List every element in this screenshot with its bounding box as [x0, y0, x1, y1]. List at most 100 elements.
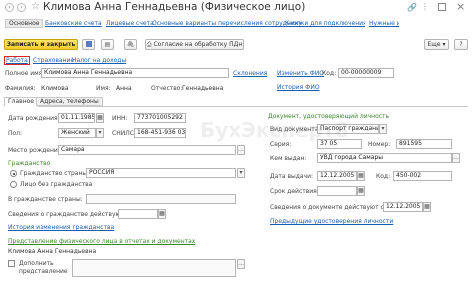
first-name-label: Имя:: [96, 85, 111, 92]
link-icon[interactable]: 🔗: [407, 3, 417, 12]
country-radio[interactable]: [10, 170, 17, 177]
citizenship-valid-label: Сведения о гражданстве действуют с:: [8, 211, 132, 218]
close-icon[interactable]: ×: [456, 0, 465, 13]
inn-field[interactable]: 773701005292: [134, 113, 186, 123]
issued-by-label: Кем выдан:: [270, 155, 307, 162]
since-country-label: В гражданстве страны:: [8, 196, 83, 203]
issue-date-calendar-icon[interactable]: ▦: [357, 171, 365, 181]
back-icon[interactable]: ‹: [5, 3, 14, 12]
nav-connect[interactable]: Кнопки для подключения сотрудника: [285, 20, 365, 27]
birth-date-field[interactable]: 01.11.1985: [58, 113, 95, 123]
tab-main[interactable]: Главное: [4, 97, 38, 107]
code-label: Код:: [322, 70, 337, 77]
representation-value: Климова Анна Геннадьевна: [8, 248, 97, 255]
representation-link[interactable]: Представление физического лица в отчетах…: [8, 238, 195, 245]
last-name-label: Фамилия:: [5, 85, 36, 92]
doc-since-calendar-icon[interactable]: ▦: [423, 202, 431, 212]
favorite-icon[interactable]: ☆: [31, 1, 40, 12]
consent-label: Согласие на обработку ПДн: [153, 41, 243, 48]
paperclip-icon: 🖇: [126, 41, 135, 48]
extend-representation-checkbox[interactable]: [8, 260, 15, 267]
country-dropdown-icon[interactable]: ▾: [237, 168, 245, 178]
since-country-field[interactable]: [86, 194, 236, 204]
previous-documents-link[interactable]: Предыдущие удостоверения личности: [270, 218, 393, 225]
number-field[interactable]: 891595: [396, 139, 452, 149]
citizenship-history-link[interactable]: История изменения гражданства: [8, 224, 114, 231]
division-code-field[interactable]: 450-002: [393, 171, 452, 181]
watermark: БухЭксперт8: [200, 118, 349, 142]
snils-field[interactable]: 168-451-936 03: [134, 128, 186, 138]
change-name-link[interactable]: Изменить ФИО: [277, 70, 324, 77]
issued-by-field[interactable]: УВД города Самары: [317, 153, 452, 163]
consent-button[interactable]: ⎙ Согласие на обработку ПДн: [145, 39, 244, 50]
declension-link[interactable]: Склонения: [233, 70, 267, 77]
sex-select[interactable]: Женский: [58, 128, 96, 138]
save-close-button[interactable]: Записать и закрыть: [4, 39, 78, 50]
menu-icon[interactable]: ⋮: [421, 2, 429, 11]
valid-until-field[interactable]: [317, 186, 357, 196]
citizenship-header: Гражданство: [8, 160, 51, 167]
last-name-value: Климова: [41, 85, 69, 92]
birth-date-label: Дата рождения:: [8, 115, 60, 122]
report-button[interactable]: ▤: [101, 39, 114, 50]
nav-bank-accounts[interactable]: Банковские счета: [45, 20, 102, 27]
snils-label: СНИЛС:: [112, 130, 136, 137]
more-button[interactable]: Еще ▾: [424, 39, 449, 50]
division-code-label: Код:: [376, 173, 391, 180]
inn-label: ИНН:: [112, 115, 128, 122]
title-bar: ‹ › ☆ Климова Анна Геннадьевна (Физическ…: [0, 0, 474, 17]
nav-main[interactable]: Основное: [5, 19, 44, 28]
sex-dropdown-icon[interactable]: ▾: [96, 128, 104, 138]
name-history-link[interactable]: История ФИО: [277, 84, 320, 91]
sex-label: Пол:: [8, 130, 23, 137]
patronymic-value: Геннадьевна: [182, 85, 224, 92]
extend-representation-more-icon[interactable]: …: [237, 259, 245, 269]
doc-type-dropdown-icon[interactable]: ▾: [379, 124, 387, 134]
series-label: Серия:: [270, 141, 292, 148]
report-icon: ▤: [104, 41, 111, 48]
issue-date-field[interactable]: 12.12.2005: [317, 171, 357, 181]
birth-place-more-icon[interactable]: …: [237, 145, 245, 155]
maximize-icon[interactable]: [438, 3, 446, 11]
valid-until-label: Срок действия:: [270, 188, 319, 195]
stateless-radio[interactable]: [10, 181, 17, 188]
extend-representation-label-2: представление: [19, 268, 68, 275]
print-icon: ⎙: [146, 41, 152, 48]
forward-icon[interactable]: ›: [17, 3, 26, 12]
nav-persons[interactable]: Нужные и лица: [369, 20, 399, 27]
more-label: Еще: [427, 41, 441, 48]
patronymic-label: Отчество:: [151, 85, 183, 92]
tax-link[interactable]: Налог на доходы: [72, 57, 126, 64]
nav-personal-accounts[interactable]: Лицевые счета: [106, 20, 154, 27]
code-field[interactable]: 00-00000009: [338, 68, 394, 78]
birth-place-label: Место рождения:: [8, 147, 64, 154]
full-name-field[interactable]: Климова Анна Геннадьевна: [41, 68, 229, 78]
doc-since-label: Сведения о документе действуют с:: [270, 204, 386, 211]
nav-transfer-options[interactable]: Основные варианты перечисления сотрудник…: [152, 20, 302, 27]
help-button[interactable]: ?: [454, 39, 468, 50]
tab-strip-line: [4, 106, 468, 107]
country-radio-label: Гражданство страны:: [20, 170, 90, 177]
full-name-label: Полное имя:: [5, 70, 45, 77]
issued-by-more-icon[interactable]: …: [452, 153, 460, 163]
disk-icon: [85, 41, 92, 47]
attach-button[interactable]: 🖇: [124, 39, 137, 50]
birth-date-calendar-icon[interactable]: ▦: [96, 113, 104, 123]
stateless-label: Лицо без гражданства: [20, 181, 93, 188]
first-name-value: Анна: [116, 85, 132, 92]
window-title: Климова Анна Геннадьевна (Физическое лиц…: [43, 1, 306, 13]
doc-since-field[interactable]: 12.12.2005: [383, 202, 423, 212]
save-button[interactable]: [82, 39, 95, 50]
citizenship-valid-calendar-icon[interactable]: ▦: [158, 209, 166, 219]
issue-date-label: Дата выдачи:: [270, 173, 314, 180]
valid-until-calendar-icon[interactable]: ▦: [357, 186, 365, 196]
citizenship-valid-field[interactable]: [118, 209, 158, 219]
insurance-link[interactable]: Страхование: [33, 57, 74, 64]
birth-place-field[interactable]: Самара: [58, 145, 236, 155]
work-link[interactable]: Работа: [4, 56, 30, 65]
number-label: Номер:: [368, 141, 391, 148]
country-field[interactable]: РОССИЯ: [86, 168, 236, 178]
tab-addresses[interactable]: Адреса, телефоны: [36, 97, 103, 106]
extend-representation-field[interactable]: [72, 259, 236, 277]
extend-representation-label: Дополнить: [19, 260, 54, 267]
